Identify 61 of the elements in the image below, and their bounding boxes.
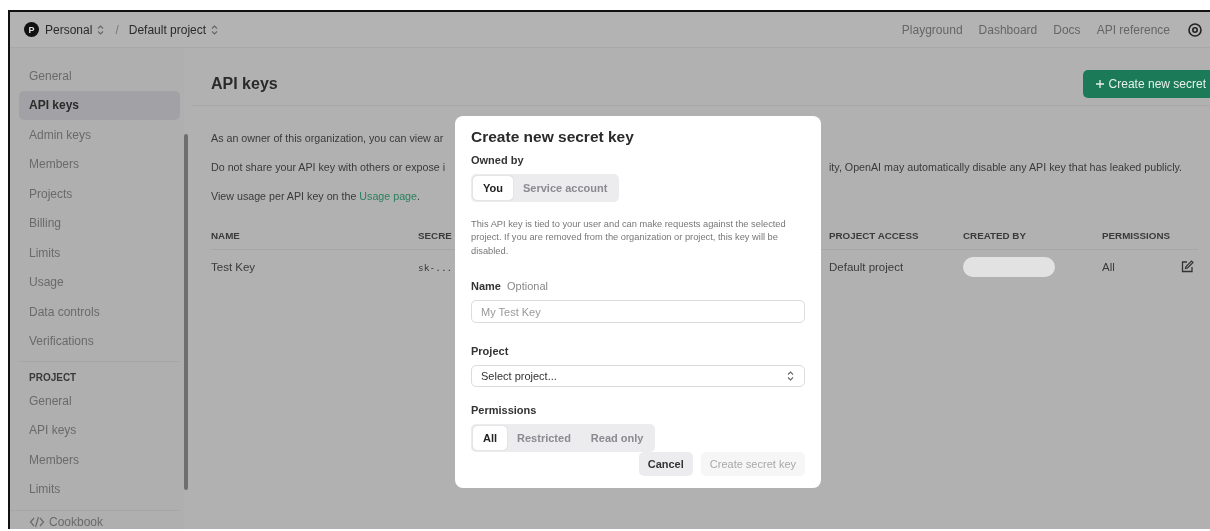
name-input[interactable]: My Test Key bbox=[471, 300, 805, 323]
sidebar-item[interactable]: API keys bbox=[19, 90, 180, 120]
sidebar-item[interactable]: Admin keys bbox=[19, 120, 180, 150]
chevron-updown-icon bbox=[786, 370, 795, 383]
sidebar-item[interactable]: General bbox=[19, 386, 180, 416]
sidebar-item[interactable]: Data controls bbox=[19, 297, 180, 327]
column-header: PROJECT ACCESS bbox=[829, 230, 920, 241]
table-cell-text: Test Key bbox=[211, 261, 257, 273]
column-header: PERMISSIONS bbox=[1102, 230, 1172, 241]
sidebar-item[interactable]: Limits bbox=[19, 474, 180, 504]
optional-hint: Optional bbox=[506, 280, 548, 293]
edit-icon[interactable] bbox=[1180, 259, 1194, 273]
field-label: Project bbox=[471, 344, 510, 357]
paragraph-text: ity, OpenAI may automatically disable any API key that has leaked publicly. bbox=[829, 160, 1184, 173]
sidebar-item[interactable]: General bbox=[19, 61, 180, 91]
chevron-updown-icon bbox=[210, 23, 220, 36]
create-key-button[interactable]: Create new secret bbox=[1082, 69, 1210, 98]
sidebar-item[interactable]: Members bbox=[19, 445, 180, 475]
breadcrumb-separator: / bbox=[115, 22, 119, 37]
paragraph-text: Do not share your API key with others or expose i bbox=[211, 160, 447, 173]
table-cell-text: Default project bbox=[829, 261, 905, 273]
code-icon bbox=[29, 516, 45, 528]
sidebar-item[interactable]: Projects bbox=[19, 179, 180, 209]
section-heading: PROJECT bbox=[28, 371, 78, 385]
sidebar-item[interactable]: Members bbox=[19, 149, 180, 179]
nav-link[interactable]: Docs bbox=[1053, 22, 1081, 37]
cookbook-link[interactable]: Cookbook bbox=[10, 510, 180, 529]
nav-link[interactable]: Dashboard bbox=[978, 22, 1038, 37]
project-select[interactable]: Select project... bbox=[471, 364, 805, 388]
field-label: Owned by bbox=[471, 154, 525, 166]
org-switcher[interactable]: Personal bbox=[45, 22, 106, 37]
cancel-button[interactable]: Cancel bbox=[638, 452, 693, 476]
segment-option[interactable]: Service account bbox=[512, 176, 618, 200]
project-switcher[interactable]: Default project bbox=[128, 22, 220, 37]
segment-option[interactable]: Restricted bbox=[507, 426, 581, 450]
table-cell-text: sk-... bbox=[418, 261, 454, 273]
segment-option[interactable]: You bbox=[473, 176, 513, 200]
paragraph-text: As an owner of this organization, you can view ar bbox=[211, 131, 445, 144]
column-header: CREATED BY bbox=[963, 230, 1027, 241]
table-cell-text: All bbox=[1102, 261, 1116, 273]
usage-page-link[interactable]: Usage page bbox=[359, 189, 417, 202]
description-text: This API key is tied to your user and can make requests against the selected project. If you are removed from the organization or project, this key will be disabled. bbox=[471, 218, 787, 258]
segment-option[interactable]: Read only bbox=[580, 426, 654, 450]
dialog-title: Create new secret key bbox=[471, 128, 635, 146]
sidebar-item[interactable]: API keys bbox=[19, 415, 180, 445]
field-label: Name bbox=[471, 280, 501, 293]
column-header: NAME bbox=[211, 230, 241, 241]
avatar: P bbox=[24, 22, 39, 37]
plus-icon bbox=[1094, 78, 1105, 89]
sidebar-item[interactable]: Verifications bbox=[19, 326, 180, 356]
nav-link[interactable]: Playground bbox=[901, 22, 963, 37]
paragraph-text: View usage per API key on the Usage page. bbox=[211, 189, 421, 202]
nav-link[interactable]: API reference bbox=[1096, 22, 1170, 37]
field-label: Permissions bbox=[471, 404, 538, 416]
page-title: API keys bbox=[211, 74, 278, 93]
segment-option[interactable]: All bbox=[473, 426, 508, 450]
column-header: SECRE bbox=[418, 230, 453, 241]
sidebar-item[interactable]: Limits bbox=[19, 238, 180, 268]
chevron-updown-icon bbox=[96, 23, 106, 36]
sidebar-item[interactable]: Billing bbox=[19, 208, 180, 238]
sidebar-item[interactable]: Usage bbox=[19, 267, 180, 297]
